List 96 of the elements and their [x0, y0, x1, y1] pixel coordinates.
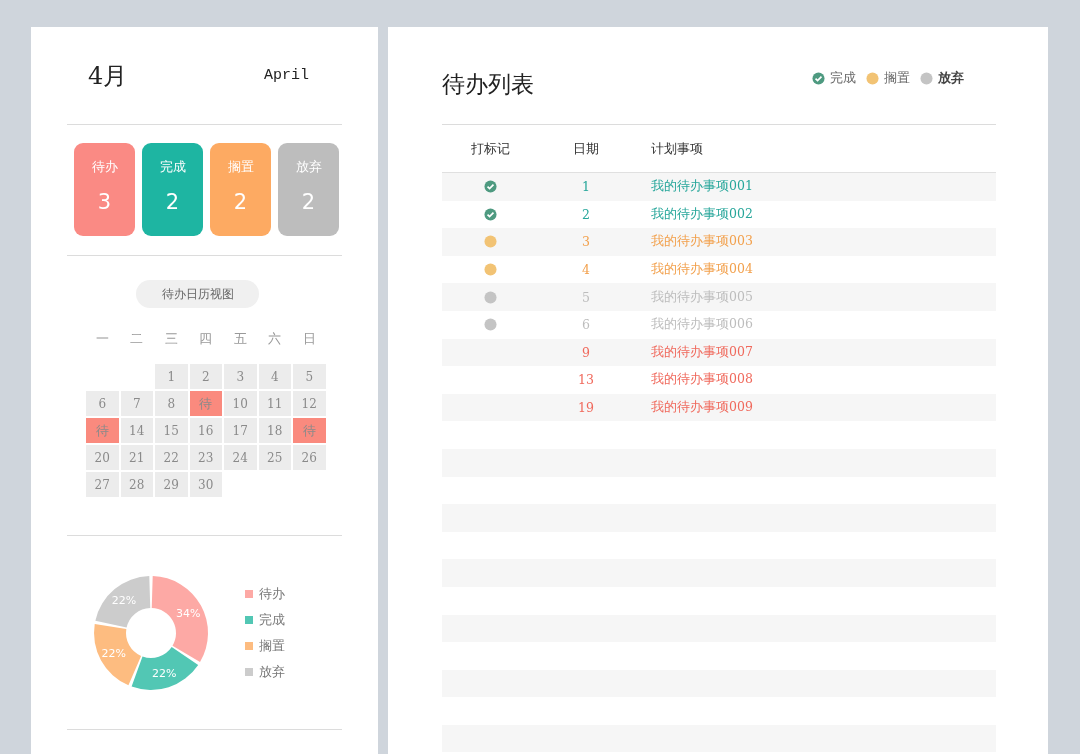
calendar-day[interactable]: 5 — [293, 364, 326, 389]
date-cell: 1 — [582, 179, 590, 195]
legend-label: 搁置 — [259, 636, 285, 655]
table-row[interactable]: 6 我的待办事项006 — [442, 310, 996, 339]
weekday-label: 日 — [301, 330, 317, 348]
calendar-day[interactable]: 6 — [86, 391, 119, 416]
calendar-day[interactable]: 22 — [155, 445, 188, 470]
calendar-day[interactable]: 7 — [120, 391, 153, 416]
stat-label: 完成 — [159, 158, 186, 176]
table-row[interactable]: 1 我的待办事项001 — [442, 173, 996, 201]
calendar-day[interactable]: 27 — [86, 472, 119, 497]
task-cell: 我的待办事项007 — [651, 343, 753, 359]
calendar-day[interactable]: 12 — [293, 391, 326, 416]
circle-icon — [483, 235, 497, 249]
calendar-day[interactable]: 2 — [189, 364, 222, 389]
stat-count: 2 — [165, 190, 180, 214]
slice-label: 22% — [101, 646, 126, 660]
weekday-label: 六 — [267, 330, 283, 348]
date-cell: 4 — [582, 262, 590, 278]
check-circle-icon — [483, 207, 497, 221]
table-row[interactable]: 13 我的待办事项008 — [442, 366, 996, 394]
calendar-day[interactable]: 4 — [258, 364, 291, 389]
slice-label: 34% — [176, 606, 201, 620]
legend-label: 待办 — [259, 584, 285, 603]
task-cell: 我的待办事项006 — [651, 316, 753, 332]
column-header: 计划事项 — [650, 139, 703, 158]
calendar-day[interactable]: 28 — [120, 472, 153, 497]
calendar-todo-day[interactable]: 待 — [86, 418, 119, 443]
legend-label: 完成 — [259, 610, 285, 629]
date-cell: 19 — [578, 400, 594, 416]
circle-icon — [483, 290, 497, 304]
table-row[interactable]: 19 我的待办事项009 — [442, 393, 996, 422]
task-cell: 我的待办事项002 — [651, 205, 753, 221]
weekday-label: 四 — [198, 330, 214, 348]
table-row[interactable]: 2 我的待办事项002 — [442, 200, 996, 229]
column-header: 打标记 — [469, 139, 511, 158]
calendar-day[interactable]: 8 — [155, 391, 188, 416]
weekday-label: 二 — [129, 330, 145, 348]
calendar-day[interactable]: 30 — [189, 472, 222, 497]
slice-label: 22% — [151, 666, 177, 680]
month-english: April — [264, 67, 309, 84]
weekday-label: 五 — [232, 330, 248, 348]
todo-title: 待办列表 — [442, 70, 534, 99]
calendar-day[interactable]: 11 — [258, 391, 291, 416]
calendar-day[interactable]: 25 — [258, 445, 291, 470]
month-title: 4月 — [88, 60, 128, 92]
calendar-day[interactable]: 24 — [224, 445, 257, 470]
check-circle-icon — [483, 180, 497, 194]
stat-count: 2 — [233, 190, 248, 214]
status-legend-label: 放弃 — [938, 69, 964, 87]
calendar-view-button[interactable]: 待办日历视图 — [136, 280, 259, 308]
task-cell: 我的待办事项004 — [651, 261, 753, 277]
status-legend-label: 搁置 — [884, 69, 910, 87]
stat-label: 待办 — [91, 158, 118, 176]
calendar-todo-day[interactable]: 待 — [189, 391, 222, 416]
calendar-day[interactable]: 20 — [86, 445, 119, 470]
circle-icon — [483, 263, 497, 277]
date-cell: 2 — [582, 206, 590, 222]
calendar-day[interactable]: 3 — [224, 364, 257, 389]
table-row[interactable]: 9 我的待办事项007 — [442, 338, 996, 367]
calendar-day[interactable]: 1 — [155, 364, 188, 389]
calendar-day[interactable]: 10 — [224, 391, 257, 416]
stat-count: 2 — [301, 190, 316, 214]
stat-label: 放弃 — [295, 158, 322, 176]
circle-icon — [866, 71, 879, 85]
stat-count: 3 — [97, 190, 112, 214]
status-legend-label: 完成 — [830, 69, 856, 87]
calendar-day[interactable]: 16 — [189, 418, 222, 443]
task-cell: 我的待办事项003 — [651, 233, 753, 249]
circle-icon — [483, 318, 497, 332]
weekday-label: 三 — [163, 330, 179, 348]
check-circle-icon — [812, 71, 825, 85]
date-cell: 5 — [582, 289, 590, 305]
task-cell: 我的待办事项008 — [651, 371, 753, 387]
calendar-day[interactable]: 26 — [293, 445, 326, 470]
calendar-day[interactable]: 14 — [120, 418, 153, 443]
date-cell: 6 — [582, 317, 590, 333]
calendar-day[interactable]: 15 — [155, 418, 188, 443]
legend-label: 放弃 — [259, 662, 285, 681]
calendar-day[interactable]: 18 — [258, 418, 291, 443]
stat-label: 搁置 — [227, 158, 254, 176]
circle-icon — [920, 71, 933, 85]
calendar-todo-day[interactable]: 待 — [293, 418, 326, 443]
table-row[interactable]: 4 我的待办事项004 — [442, 255, 996, 284]
calendar-day[interactable]: 21 — [120, 445, 153, 470]
date-cell: 9 — [582, 344, 590, 360]
column-header: 日期 — [572, 139, 600, 158]
task-cell: 我的待办事项009 — [651, 399, 753, 415]
date-cell: 13 — [578, 372, 594, 388]
calendar-day[interactable]: 29 — [155, 472, 188, 497]
date-cell: 3 — [582, 234, 590, 250]
calendar-day[interactable]: 23 — [189, 445, 222, 470]
calendar-day[interactable]: 17 — [224, 418, 257, 443]
donut-slice — [94, 623, 142, 685]
table-row[interactable]: 3 我的待办事项003 — [442, 228, 996, 256]
task-cell: 我的待办事项001 — [651, 178, 753, 194]
